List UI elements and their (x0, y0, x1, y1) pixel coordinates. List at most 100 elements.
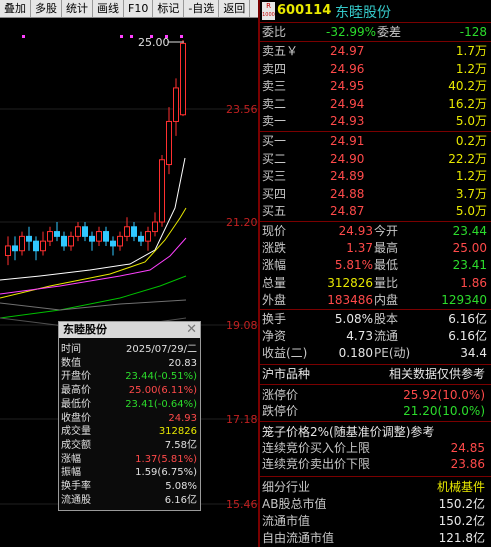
stat-value: 1.86 (460, 275, 487, 290)
candle-body (152, 221, 158, 233)
bid-price: 24.91 (330, 134, 365, 148)
bid-row[interactable]: 买五 24.87 5.0万 (260, 203, 491, 219)
fund-label: PE(动) (374, 346, 411, 360)
toolbar-button[interactable]: 标记 (153, 0, 185, 17)
candle-body (47, 231, 53, 242)
info-box-title: 东睦股份 ✕ (59, 322, 200, 338)
stat-label: 内盘 (374, 292, 399, 307)
ab-cap-row: AB股总市值 150.2亿 (260, 496, 491, 512)
ask-row[interactable]: 卖一 24.93 5.0万 (260, 113, 491, 129)
toolbar-button[interactable]: 多股 (31, 0, 62, 17)
info-row: 成交额 7.58亿 (59, 440, 200, 452)
fundamental-row: 收益(二) 0.180 PE(动) 34.4 (260, 345, 491, 361)
candle-body (159, 159, 165, 223)
bid-row[interactable]: 买二 24.90 22.2万 (260, 151, 491, 167)
info-row: 最高价 25.00(6.11%) (59, 385, 200, 397)
info-row: 流通股 6.16亿 (59, 495, 200, 507)
info-value: 1.37(5.81%) (135, 453, 197, 465)
ab-cap-value: 150.2亿 (438, 497, 485, 511)
industry-row: 细分行业 机械基件 (260, 479, 491, 495)
fund-value: 6.16亿 (448, 312, 487, 326)
ask-row[interactable]: 卖五￥ 24.97 1.7万 (260, 43, 491, 59)
bid-price: 24.89 (330, 169, 365, 183)
bid-row[interactable]: 买一 24.91 0.2万 (260, 133, 491, 149)
bid-label: 买二 (262, 151, 287, 166)
quote-header: R 1000 600114 东睦股份 (260, 0, 491, 22)
candle-body (110, 240, 116, 247)
stat-value: 312826 (327, 275, 373, 290)
stat-value: 23.44 (452, 224, 487, 238)
limit-down-label: 跌停价 (262, 404, 299, 418)
candle-body (75, 226, 81, 237)
bid-label: 买五 (262, 204, 287, 218)
candle-body (68, 235, 74, 247)
bid-volume: 1.2万 (455, 169, 487, 183)
limit-down-value: 21.20(10.0%) (403, 404, 485, 418)
candle-body (103, 231, 109, 242)
ask-volume: 1.2万 (455, 61, 487, 76)
toolbar-button[interactable]: -自选 (184, 0, 220, 17)
volume-reference-line (0, 299, 187, 311)
ask-price: 24.93 (330, 114, 365, 128)
ask-price: 24.95 (330, 79, 365, 93)
free-cap-row: 自由流通市值 121.8亿 (260, 530, 491, 546)
badge-bottom: 1000 (262, 12, 275, 18)
industry-value[interactable]: 机械基件 (437, 479, 485, 495)
info-label: 时间 (61, 344, 81, 355)
info-label: 数值 (61, 357, 81, 369)
candle-body (40, 240, 46, 252)
bid-label: 买一 (262, 134, 287, 148)
price-tick-label: 21.20 (226, 216, 258, 229)
limit-up-value: 25.92(10.0%) (403, 388, 485, 402)
moving-average-line (0, 237, 187, 295)
info-row: 换手率 5.08% (59, 481, 200, 493)
candle-body (180, 42, 186, 116)
cage-row: 笼子价格2%(随基准价调整)参考 (260, 424, 491, 440)
sell-limit-label: 连续竞价卖出价下限 (262, 457, 371, 471)
info-value: 1.59(6.75%) (135, 467, 197, 479)
toolbar-button[interactable]: 画线 (93, 0, 124, 17)
info-row: 时间 2025/07/29/二 (59, 344, 200, 356)
candle-body (61, 235, 67, 247)
bid-volume: 22.2万 (448, 151, 487, 166)
info-label: 换手率 (61, 481, 91, 492)
info-label: 流通股 (61, 494, 91, 506)
ask-volume: 5.0万 (455, 114, 487, 128)
candle-body (12, 245, 18, 252)
bid-price: 24.88 (330, 186, 365, 201)
info-label: 最高价 (61, 385, 91, 397)
event-marker (130, 35, 133, 38)
info-value: 23.44(-0.51%) (125, 371, 197, 383)
price-tick-label: 23.56 (226, 103, 258, 116)
limit-up-row: 涨停价 25.92(10.0%) (260, 387, 491, 403)
toolbar-button[interactable]: F10 (124, 0, 154, 17)
bid-row[interactable]: 买三 24.89 1.2万 (260, 168, 491, 184)
toolbar-button[interactable]: 返回 (219, 0, 251, 17)
weibi-label: 委比 (262, 25, 287, 39)
ask-row[interactable]: 卖二 24.94 16.2万 (260, 96, 491, 112)
bid-row[interactable]: 买四 24.88 3.7万 (260, 186, 491, 202)
sell-limit-value: 23.86 (450, 457, 485, 471)
buy-limit-label: 连续竞价买入价上限 (262, 441, 371, 455)
chart-toolbar: 叠加 多股 统计 画线 F10 标记 -自选 返回 (0, 0, 258, 18)
candle-body (166, 120, 172, 166)
stat-value: 1.37 (346, 241, 373, 256)
limit-up-label: 涨停价 (262, 388, 299, 402)
fund-label: 流通 (374, 329, 399, 343)
stat-label: 最低 (374, 258, 399, 273)
ask-row[interactable]: 卖三 24.95 40.2万 (260, 78, 491, 94)
kline-info-box: 东睦股份 ✕ 时间 2025/07/29/二 数值 20.83 开盘价 23.44(-0.… (58, 321, 201, 511)
ask-price: 24.97 (330, 44, 365, 58)
toolbar-button[interactable]: 叠加 (0, 0, 31, 17)
info-label: 最低价 (61, 398, 91, 410)
info-row: 涨幅 1.37(5.81%) (59, 454, 200, 466)
stat-label: 总量 (262, 275, 287, 290)
ask-row[interactable]: 卖四 24.96 1.2万 (260, 61, 491, 77)
close-icon[interactable]: ✕ (186, 322, 197, 338)
sell-limit-row: 连续竞价卖出价下限 23.86 (260, 456, 491, 472)
buy-limit-value: 24.85 (450, 441, 485, 455)
ab-cap-label: AB股总市值 (262, 497, 327, 511)
bid-label: 买四 (262, 186, 287, 201)
toolbar-button[interactable]: 统计 (62, 0, 93, 17)
info-value: 25.00(6.11%) (128, 385, 197, 397)
